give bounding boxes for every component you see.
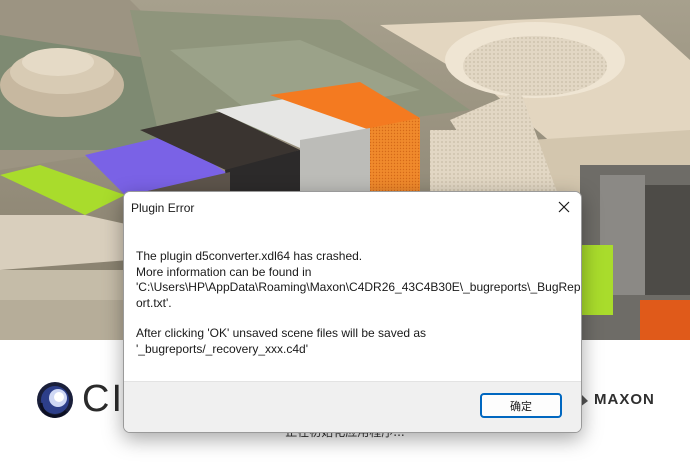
message-line: '_bugreports/_recovery_xxx.c4d' — [136, 341, 309, 356]
message-line: After clicking 'OK' unsaved scene files … — [136, 326, 427, 340]
message-line: 'C:\Users\HP\AppData\Roaming\Maxon\C4DR2… — [136, 280, 581, 294]
error-message: The plugin d5converter.xdl64 has crashed… — [136, 249, 581, 357]
dialog-body: The plugin d5converter.xdl64 has crashed… — [124, 223, 581, 381]
message-line: The plugin d5converter.xdl64 has crashed… — [136, 249, 363, 263]
dialog-title: Plugin Error — [131, 201, 195, 215]
dialog-titlebar[interactable]: Plugin Error — [124, 192, 581, 223]
close-icon — [558, 201, 570, 213]
message-line: ort.txt'. — [136, 295, 172, 310]
close-button[interactable] — [551, 195, 577, 219]
maxon-wordmark: MAXON — [594, 391, 655, 408]
cinema4d-logo-icon — [37, 382, 73, 418]
dialog-footer: 确定 — [124, 381, 581, 432]
message-line: More information can be found in — [136, 264, 312, 279]
ok-button[interactable]: 确定 — [480, 393, 562, 418]
plugin-error-dialog: Plugin Error The plugin d5converter.xdl6… — [123, 191, 582, 433]
